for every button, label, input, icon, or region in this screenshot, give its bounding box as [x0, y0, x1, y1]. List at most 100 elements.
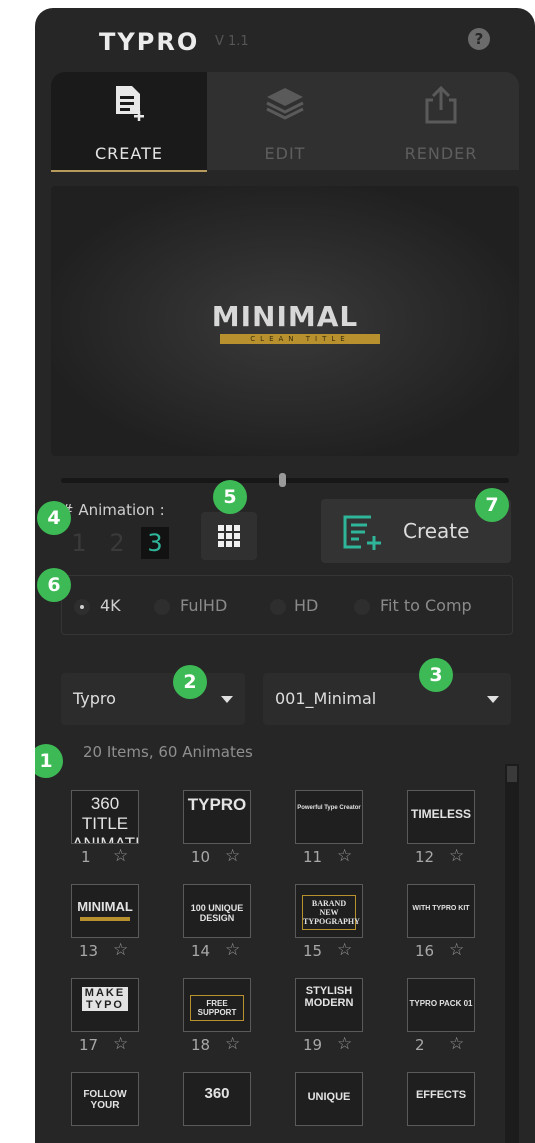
- tab-render-label: RENDER: [404, 144, 478, 163]
- preset-number: 1: [81, 848, 91, 866]
- preset-thumbnail-title: UNIQUE: [307, 1091, 351, 1103]
- radio-hd-label[interactable]: HD: [294, 596, 318, 616]
- resolution-options: 4K FulHD HD Fit to Comp: [61, 575, 513, 635]
- callout-marker-7: 7: [475, 488, 509, 522]
- preset-thumbnail[interactable]: 100 UNIQUE DESIGN: [183, 884, 251, 938]
- preset-thumbnail-title: TYPRO PACK 01: [409, 999, 473, 1008]
- preset-thumbnail-title: TYPRO: [187, 795, 247, 814]
- favorite-star-icon[interactable]: ☆: [113, 940, 128, 960]
- favorite-star-icon[interactable]: ☆: [449, 846, 464, 866]
- preset-thumbnail[interactable]: MAKE TYPO: [71, 978, 139, 1032]
- favorite-star-icon[interactable]: ☆: [449, 1034, 464, 1054]
- preset-thumbnail[interactable]: MINIMAL: [71, 884, 139, 938]
- create-button-label: Create: [403, 519, 470, 543]
- preset-dropdown[interactable]: 001_Minimal: [263, 673, 511, 725]
- pack-dropdown[interactable]: Typro: [61, 673, 245, 725]
- favorite-star-icon[interactable]: ☆: [337, 1034, 352, 1054]
- tab-create[interactable]: CREATE: [51, 72, 207, 172]
- grid-icon: [218, 525, 240, 547]
- preset-number: 13: [79, 942, 99, 960]
- title-bar: TYPRO V 1.1 ?: [35, 8, 535, 74]
- preset-thumbnail-title: MAKE TYPO: [82, 987, 128, 1011]
- chevron-down-icon: [487, 696, 499, 703]
- preset-thumbnail-title: BARAND NEW TYPOGRAPHY: [302, 895, 360, 930]
- radio-hd[interactable]: [270, 599, 286, 615]
- tab-render[interactable]: RENDER: [363, 72, 519, 170]
- preset-thumbnail[interactable]: TIMELESS: [407, 790, 475, 844]
- favorite-star-icon[interactable]: ☆: [449, 940, 464, 960]
- favorite-star-icon[interactable]: ☆: [337, 846, 352, 866]
- preset-number: 19: [303, 1036, 323, 1054]
- preset-thumbnail[interactable]: FOLLOW YOUR: [71, 1072, 139, 1126]
- main-tabs: CREATE EDIT RENDER: [51, 72, 519, 172]
- radio-fulhd[interactable]: [154, 599, 170, 615]
- typro-panel: TYPRO V 1.1 ? CREATE EDIT RENDER MINIMAL…: [35, 8, 535, 1143]
- preview-title: MINIMAL: [211, 300, 359, 333]
- preview-area: MINIMAL CLEAN TITLE: [51, 186, 519, 456]
- preset-thumbnail[interactable]: TYPRO: [183, 790, 251, 844]
- accent-bar: [80, 917, 130, 921]
- animation-option-1[interactable]: 1: [65, 527, 93, 559]
- favorite-star-icon[interactable]: ☆: [113, 1034, 128, 1054]
- tab-edit[interactable]: EDIT: [207, 72, 363, 170]
- preset-number: 12: [415, 848, 435, 866]
- callout-marker-3: 3: [419, 658, 453, 692]
- preset-number: 2: [415, 1036, 425, 1054]
- radio-4k-label[interactable]: 4K: [100, 596, 121, 616]
- preset-thumbnail[interactable]: 360 TITLE ANIMATION: [71, 790, 139, 844]
- preset-number: 10: [191, 848, 211, 866]
- pack-dropdown-value: Typro: [73, 689, 116, 708]
- preset-thumbnail[interactable]: FREE SUPPORT: [183, 978, 251, 1032]
- timeline-slider-handle[interactable]: [279, 473, 286, 487]
- favorite-star-icon[interactable]: ☆: [337, 940, 352, 960]
- callout-marker-6: 6: [37, 568, 71, 602]
- preset-number: 17: [79, 1036, 99, 1054]
- preset-library: 360 TITLE ANIMATION 1 ☆ TYPRO 10 ☆ Power…: [61, 768, 521, 1143]
- preset-thumbnail[interactable]: BARAND NEW TYPOGRAPHY: [295, 884, 363, 938]
- app-version: V 1.1: [215, 34, 249, 49]
- animation-option-2[interactable]: 2: [103, 527, 131, 559]
- radio-fulhd-label[interactable]: FulHD: [180, 596, 227, 616]
- preset-thumbnail[interactable]: UNIQUE: [295, 1072, 363, 1126]
- callout-marker-1: 1: [35, 744, 63, 778]
- help-icon[interactable]: ?: [468, 28, 490, 50]
- export-icon: [425, 85, 457, 124]
- preset-number: 15: [303, 942, 323, 960]
- preset-thumbnail-title: MINIMAL: [77, 899, 133, 914]
- radio-fit-to-comp-label[interactable]: Fit to Comp: [380, 596, 472, 616]
- callout-marker-5: 5: [213, 480, 247, 514]
- preset-thumbnail-title: STYLISH MODERN: [304, 985, 354, 1009]
- callout-marker-4: 4: [37, 501, 71, 535]
- preset-thumbnail-title: Powerful Type Creator: [297, 805, 361, 811]
- preset-number: 16: [415, 942, 435, 960]
- document-plus-icon: [116, 86, 144, 121]
- favorite-star-icon[interactable]: ☆: [225, 846, 240, 866]
- preview-subtitle: CLEAN TITLE: [220, 334, 380, 344]
- favorite-star-icon[interactable]: ☆: [113, 846, 128, 866]
- favorite-star-icon[interactable]: ☆: [225, 1034, 240, 1054]
- preset-number: 11: [303, 848, 323, 866]
- preset-thumbnail[interactable]: Powerful Type Creator: [295, 790, 363, 844]
- preset-thumbnail-title: FREE SUPPORT: [190, 995, 244, 1021]
- animation-label: # Animation :: [61, 501, 165, 519]
- grid-view-button[interactable]: [201, 512, 257, 560]
- preset-number: 18: [191, 1036, 211, 1054]
- callout-marker-2: 2: [173, 665, 207, 699]
- preset-thumbnail-title: 360: [204, 1085, 230, 1102]
- preset-thumbnail[interactable]: WITH TYPRO KIT: [407, 884, 475, 938]
- preset-thumbnail-title: TIMELESS: [410, 807, 471, 821]
- create-document-icon: [343, 515, 381, 550]
- app-logo: TYPRO: [99, 28, 200, 56]
- preset-number: 14: [191, 942, 211, 960]
- animation-option-3[interactable]: 3: [141, 527, 169, 559]
- preset-thumbnail[interactable]: TYPRO PACK 01: [407, 978, 475, 1032]
- chevron-down-icon: [221, 696, 233, 703]
- favorite-star-icon[interactable]: ☆: [225, 940, 240, 960]
- preset-thumbnail-title: FOLLOW YOUR: [83, 1089, 127, 1111]
- tab-edit-label: EDIT: [264, 144, 306, 163]
- radio-fit-to-comp[interactable]: [354, 599, 370, 615]
- preset-thumbnail[interactable]: 360: [183, 1072, 251, 1126]
- preset-thumbnail-title: 100 UNIQUE DESIGN: [190, 903, 244, 923]
- preset-thumbnail[interactable]: STYLISH MODERN: [295, 978, 363, 1032]
- preset-thumbnail[interactable]: EFFECTS: [407, 1072, 475, 1126]
